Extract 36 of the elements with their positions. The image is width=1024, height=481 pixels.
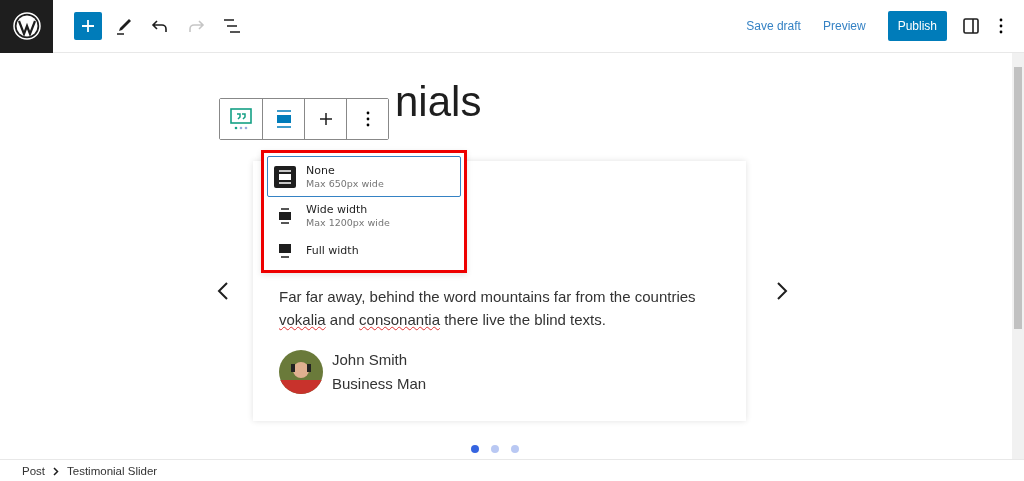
breadcrumb-link[interactable]: Post [22,465,45,477]
quote-icon [230,108,252,130]
redo-icon [187,19,205,33]
more-button[interactable] [346,99,388,139]
toolbar-link[interactable]: Save draft [746,19,801,33]
more-icon [365,111,370,127]
option-label: Wide width [306,203,369,216]
pen-icon [115,17,133,35]
align-icon [275,110,292,128]
page-heading: nials [395,78,482,125]
toolbar-link[interactable]: Preview [822,19,866,33]
slider-dot[interactable] [511,445,519,453]
publish-button[interactable]: Publish [887,11,947,41]
scrollbar[interactable] [1012,53,1024,459]
undo-icon [151,19,169,33]
avatar [279,350,323,394]
alignment-option[interactable]: None Max 650px wide [267,156,461,197]
option-hint: Max 650px wide [306,178,384,189]
sidebar-toggle-icon[interactable] [963,18,979,34]
chevron-icon [53,466,59,476]
testimonial-text: Far far away, behind the word mountains far from the countries vokalia and consonantia there live the blind texts. [279,287,697,330]
option-label: None [306,164,336,177]
slider-dot[interactable] [471,445,479,453]
wordpress-logo[interactable] [0,0,53,53]
author-name: John Smith [332,350,409,370]
breadcrumb-link[interactable]: Testimonial Slider [67,465,158,477]
option-hint: Max 1200px wide [306,217,390,228]
plus-icon [81,19,95,33]
slider-dot[interactable] [491,445,499,453]
option-label: Full width [306,244,359,257]
plus-icon [318,112,333,126]
author-role: Business Man [332,374,427,394]
align-none-icon [274,165,296,188]
add-block-button[interactable] [74,12,102,40]
more-icon[interactable] [999,18,1003,34]
list-view-icon [223,19,241,33]
